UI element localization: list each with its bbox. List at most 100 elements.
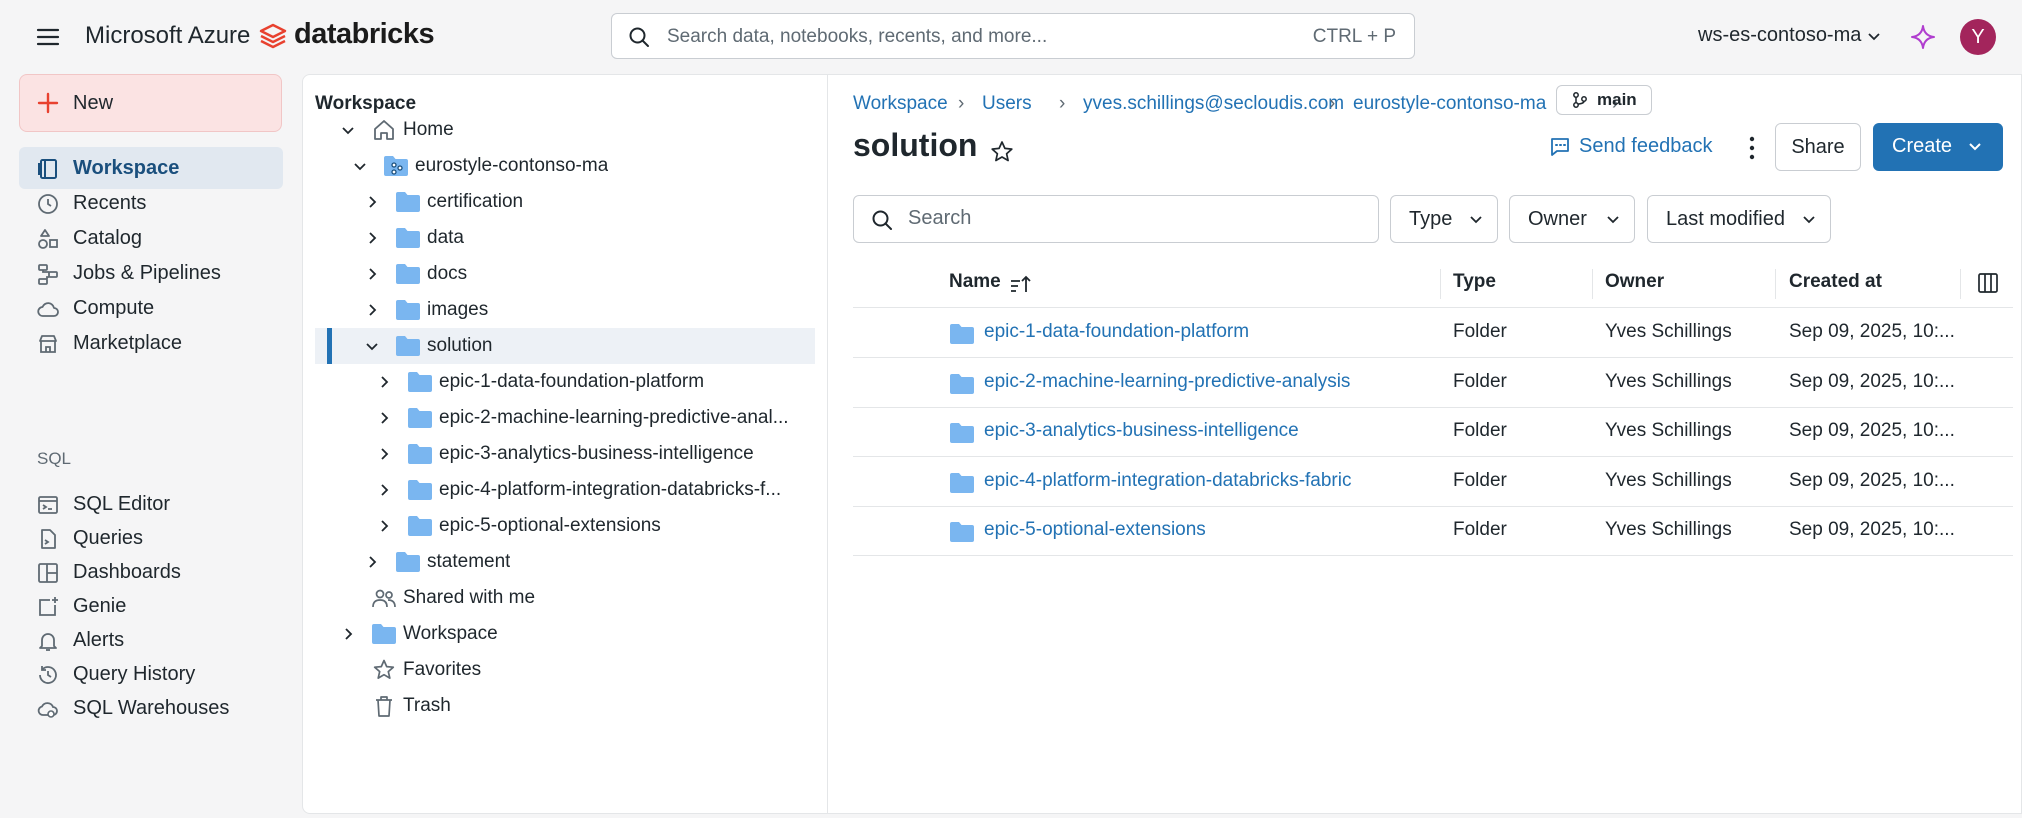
assistant-sparkle-icon[interactable] [1910,24,1936,50]
chevron-right-icon[interactable] [375,517,393,535]
owner-filter-dropdown[interactable]: Owner [1509,195,1635,243]
column-resize-handle[interactable] [1960,269,1961,299]
breadcrumb-users[interactable]: Users [982,93,1032,115]
tree-item-folder[interactable]: epic-2-machine-learning-predictive-anal.… [303,400,815,436]
share-button[interactable]: Share [1775,123,1861,171]
tree-item-folder[interactable]: certification [303,184,815,220]
tree-item-shared[interactable]: Shared with me [303,580,815,616]
table-row[interactable]: epic-3-analytics-business-intelligence Fo… [853,407,2013,457]
content-search-input[interactable] [906,206,1350,231]
content-search-field[interactable] [853,195,1379,243]
pipeline-icon [38,264,58,285]
table-row[interactable]: epic-5-optional-extensions Folder Yves Sch… [853,506,2013,556]
row-name-link[interactable]: epic-3-analytics-business-intelligence [984,420,1299,442]
chevron-down-icon[interactable] [363,337,381,355]
tree-item-label: Home [403,119,454,140]
global-search-input[interactable]: Search data, notebooks, recents, and mor… [611,13,1415,59]
row-owner: Yves Schillings [1605,519,1732,540]
chevron-right-icon[interactable] [375,373,393,391]
chevron-right-icon[interactable] [363,229,381,247]
workspace-switcher[interactable]: ws-es-contoso-ma [1698,24,1881,47]
column-resize-handle[interactable] [1592,269,1593,299]
create-button[interactable]: Create [1873,123,2003,171]
branch-name: main [1597,90,1637,109]
nav-label: Catalog [73,227,142,249]
tree-item-folder[interactable]: epic-1-data-foundation-platform [303,364,815,400]
row-name-link[interactable]: epic-5-optional-extensions [984,519,1206,541]
columns-settings-icon[interactable] [1977,272,1999,294]
row-name-link[interactable]: epic-2-machine-learning-predictive-analy… [984,371,1350,393]
git-branch-button[interactable]: main [1556,85,1652,115]
row-created-at: Sep 09, 2025, 10:... [1789,321,1955,342]
column-header-name[interactable]: Name [949,271,1001,293]
chevron-right-icon[interactable] [363,193,381,211]
last-modified-filter-dropdown[interactable]: Last modified [1647,195,1831,243]
git-branch-icon [1573,92,1587,108]
chevron-down-icon[interactable] [351,157,369,175]
folder-icon [395,335,421,357]
tree-item-trash[interactable]: Trash [303,688,815,724]
tree-item-home[interactable]: Home [303,112,815,148]
chevron-right-icon[interactable] [363,553,381,571]
history-icon [39,666,57,684]
breadcrumb-repo[interactable]: eurostyle-contonso-ma [1353,93,1546,115]
people-icon [371,587,397,609]
row-owner: Yves Schillings [1605,469,1732,491]
chevron-right-icon[interactable] [375,445,393,463]
folder-icon [395,191,421,213]
table-row[interactable]: epic-1-data-foundation-platform Folder Yve… [853,308,2013,358]
row-name-link[interactable]: epic-4-platform-integration-databricks-f… [984,470,1351,492]
column-resize-handle[interactable] [1775,269,1776,299]
nav-label: SQL Warehouses [73,697,230,719]
chevron-right-icon[interactable] [375,409,393,427]
nav-label: Jobs & Pipelines [73,262,221,284]
folder-icon [371,623,397,645]
nav-item-sql-warehouses[interactable]: SQL Warehouses [19,687,283,729]
new-button[interactable]: New [19,74,282,132]
databricks-brand[interactable]: databricks [294,18,435,51]
sql-section-label: SQL [37,449,72,468]
chevron-right-icon[interactable] [363,265,381,283]
user-avatar[interactable]: Y [1960,19,1996,55]
nav-label: Marketplace [73,332,182,354]
tree-item-folder[interactable]: data [303,220,815,256]
chevron-right-icon[interactable] [375,481,393,499]
tree-item-label: Favorites [403,659,482,680]
column-header-created[interactable]: Created at [1789,271,1882,293]
chevron-down-icon [1803,216,1815,224]
tree-item-label: epic-5-optional-extensions [439,515,661,536]
nav-label: Dashboards [73,561,181,583]
more-options-icon[interactable] [1741,133,1763,163]
tree-item-folder[interactable]: docs [303,256,815,292]
sort-ascending-icon[interactable] [1009,273,1033,295]
nav-label: Queries [73,527,144,549]
tree-item-folder[interactable]: epic-5-optional-extensions [303,508,815,544]
tree-item-folder[interactable]: epic-3-analytics-business-intelligence [303,436,815,472]
chevron-right-icon[interactable] [339,625,357,643]
column-resize-handle[interactable] [1440,269,1441,299]
databricks-logo-icon [258,22,288,52]
type-filter-dropdown[interactable]: Type [1390,195,1498,243]
column-header-owner[interactable]: Owner [1605,271,1664,293]
tree-item-workspace[interactable]: Workspace [303,616,815,652]
tree-item-folder[interactable]: images [303,292,815,328]
panel-divider[interactable] [827,75,828,813]
favorite-star-icon[interactable] [989,139,1015,165]
table-row[interactable]: epic-4-platform-integration-databricks-f… [853,457,2013,507]
tree-item-folder-selected[interactable]: solution [315,328,815,364]
breadcrumb-workspace[interactable]: Workspace [853,93,948,115]
chevron-down-icon[interactable] [339,121,357,139]
row-name-link[interactable]: epic-1-data-foundation-platform [984,321,1249,343]
folder-icon [949,472,975,494]
breadcrumb-user[interactable]: yves.schillings@secloudis.com [1083,93,1344,115]
nav-item-marketplace[interactable]: Marketplace [19,322,283,364]
hamburger-menu-icon[interactable] [34,23,62,51]
chevron-right-icon[interactable] [363,301,381,319]
table-row[interactable]: epic-2-machine-learning-predictive-analy… [853,358,2013,408]
column-header-type[interactable]: Type [1453,271,1496,293]
tree-item-repo[interactable]: eurostyle-contonso-ma [303,148,815,184]
catalog-shapes-icon [38,229,58,249]
tree-item-folder[interactable]: epic-4-platform-integration-databricks-f… [303,472,815,508]
tree-item-favorites[interactable]: Favorites [303,652,815,688]
tree-item-folder[interactable]: statement [303,544,815,580]
